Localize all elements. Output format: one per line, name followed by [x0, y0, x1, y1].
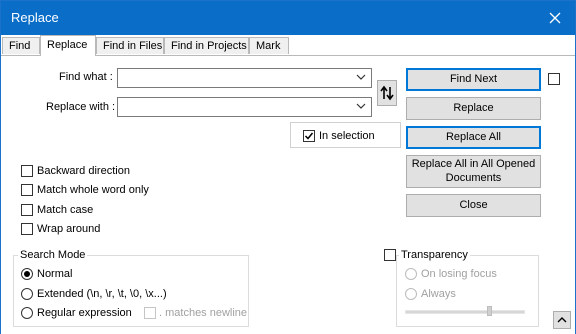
swap-find-replace-button[interactable]: [377, 80, 397, 106]
regex-mode-label: Regular expression: [37, 307, 132, 319]
tab-find[interactable]: Find: [2, 37, 40, 54]
replace-panel: Find what : Replace with : In selection …: [1, 55, 575, 334]
tab-find-in-projects[interactable]: Find in Projects: [164, 37, 249, 54]
transparency-label: Transparency: [399, 249, 470, 261]
backward-direction-label: Backward direction: [37, 165, 130, 177]
chevron-down-icon: [356, 74, 366, 80]
match-whole-word-checkbox[interactable]: [21, 184, 33, 196]
swap-arrows-icon: [380, 85, 394, 101]
replace-all-opened-button[interactable]: Replace All in All Opened Documents: [406, 155, 541, 188]
always-label: Always: [421, 288, 456, 300]
wrap-around-label: Wrap around: [37, 223, 101, 235]
extended-mode-radio[interactable]: [21, 288, 33, 300]
tab-mark[interactable]: Mark: [249, 37, 289, 54]
title-bar[interactable]: Replace: [1, 1, 575, 35]
transparency-checkbox[interactable]: [384, 249, 396, 261]
always-radio[interactable]: [405, 288, 417, 300]
tab-bar: Find Replace Find in Files Find in Proje…: [1, 35, 575, 56]
replace-with-label: Replace with :: [46, 101, 116, 113]
matches-newline-checkbox[interactable]: [144, 307, 156, 319]
checkmark-icon: [304, 132, 314, 140]
find-next-button[interactable]: Find Next: [406, 68, 541, 91]
close-button[interactable]: Close: [406, 194, 541, 217]
collapse-button[interactable]: [553, 311, 571, 329]
normal-mode-radio[interactable]: [21, 268, 33, 280]
find-what-label: Find what :: [59, 71, 113, 83]
replace-button[interactable]: Replace: [406, 97, 541, 120]
find-next-pin-checkbox[interactable]: [548, 73, 560, 85]
close-icon[interactable]: [535, 1, 575, 35]
window-title: Replace: [11, 10, 59, 25]
find-what-combo[interactable]: [117, 68, 372, 88]
match-case-label: Match case: [37, 204, 94, 216]
transparency-slider[interactable]: [405, 310, 525, 314]
match-whole-word-label: Match whole word only: [37, 184, 149, 196]
chevron-up-icon: [557, 317, 567, 323]
tab-replace[interactable]: Replace: [40, 35, 96, 56]
backward-direction-checkbox[interactable]: [21, 165, 33, 177]
in-selection-checkbox[interactable]: [303, 130, 315, 142]
regex-mode-radio[interactable]: [21, 307, 33, 319]
normal-mode-label: Normal: [37, 268, 73, 280]
in-selection-label: In selection: [319, 130, 375, 142]
on-losing-focus-label: On losing focus: [421, 268, 497, 280]
replace-all-button[interactable]: Replace All: [406, 126, 541, 149]
replace-dialog: Replace Find Replace Find in Files Find …: [0, 0, 576, 334]
match-case-checkbox[interactable]: [21, 204, 33, 216]
on-losing-focus-radio[interactable]: [405, 268, 417, 280]
wrap-around-checkbox[interactable]: [21, 223, 33, 235]
replace-with-combo[interactable]: [117, 97, 372, 117]
search-mode-title: Search Mode: [18, 249, 88, 261]
matches-newline-label: . matches newline: [159, 307, 248, 319]
tab-find-in-files[interactable]: Find in Files: [96, 37, 164, 54]
chevron-down-icon: [356, 103, 366, 109]
extended-mode-label: Extended (\n, \r, \t, \0, \x...): [37, 288, 167, 300]
transparency-group: [396, 255, 539, 327]
transparency-slider-thumb[interactable]: [487, 306, 492, 316]
